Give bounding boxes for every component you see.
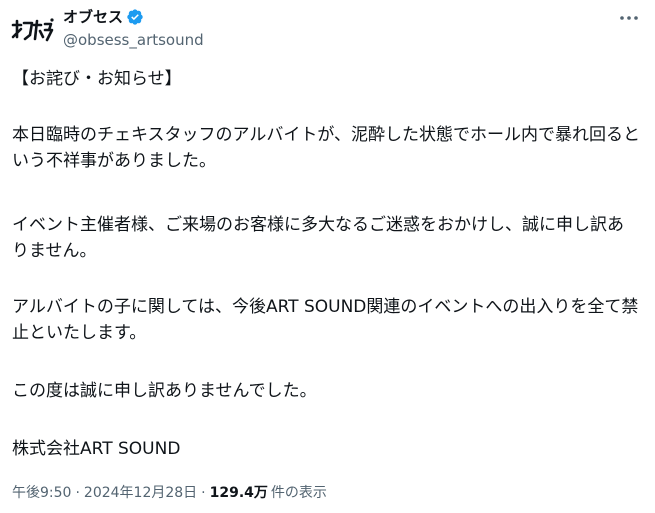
meta-separator: · <box>75 485 80 501</box>
views-count: 129.4万 <box>209 485 268 501</box>
tweet-date[interactable]: 2024年12月28日 <box>84 483 197 503</box>
tweet-card: オブセス @obsess_artsound 【お詫び・お知らせ】 本日臨時のチェ… <box>0 0 655 513</box>
tweet-paragraph: アルバイトの子に関しては、今後ART SOUND関連のイベントへの出入りを全て禁… <box>12 297 639 343</box>
more-options-icon[interactable] <box>612 6 646 30</box>
tweet-paragraph: 本日臨時のチェキスタッフのアルバイトが、泥酔した状態でホール内で暴れ回るという不… <box>12 125 640 171</box>
display-name-row: オブセス <box>63 6 204 28</box>
tweet-paragraph: イベント主催者様、ご来場のお客様に多大なるご迷惑をおかけし、誠に申し訳ありません… <box>12 215 624 261</box>
tweet-header: オブセス @obsess_artsound <box>8 6 648 54</box>
display-name[interactable]: オブセス <box>63 6 123 28</box>
obsess-logo-icon <box>11 18 54 42</box>
author-handle[interactable]: @obsess_artsound <box>63 30 204 50</box>
avatar[interactable] <box>10 14 54 46</box>
meta-separator: · <box>201 485 206 501</box>
views-label[interactable]: 件の表示 <box>271 483 327 503</box>
verified-badge-icon <box>126 8 144 26</box>
tweet-title: 【お詫び・お知らせ】 <box>12 69 182 89</box>
tweet-paragraph: この度は誠に申し訳ありませんでした。 <box>12 381 317 401</box>
tweet-signature: 株式会社ART SOUND <box>12 439 181 459</box>
tweet-time[interactable]: 午後9:50 <box>12 483 71 503</box>
tweet-meta: 午後9:50 · 2024年12月28日 · 129.4万 件の表示 <box>12 483 327 503</box>
author-names: オブセス @obsess_artsound <box>63 6 204 50</box>
